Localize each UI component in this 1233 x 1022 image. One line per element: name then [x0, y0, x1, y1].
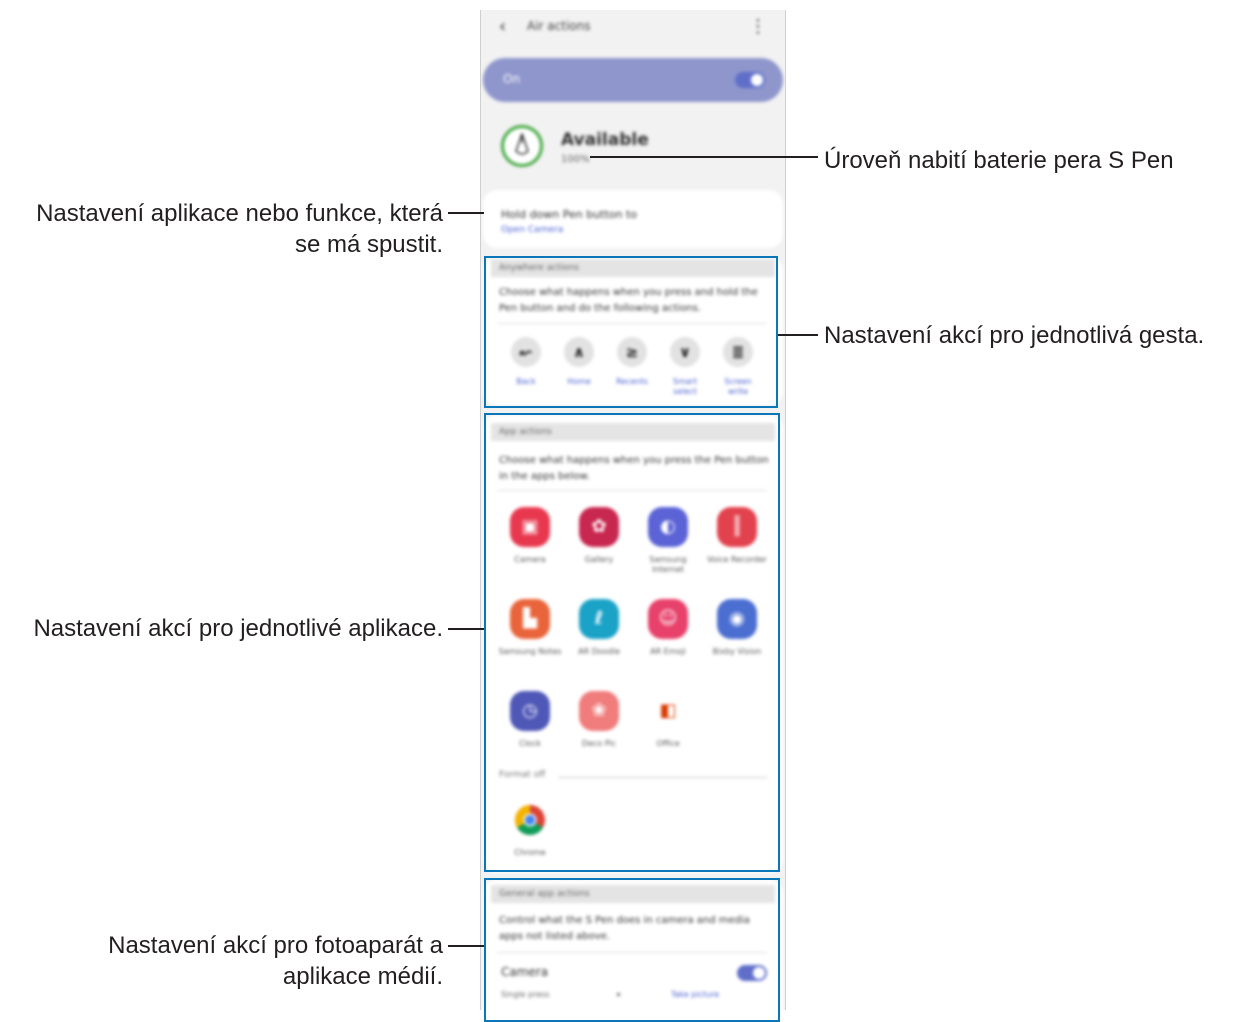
camera-callout-line2: aplikace médií.: [282, 963, 443, 990]
top-bar: ‹ Air actions ⋮: [481, 10, 785, 46]
app-setting-callout-line1: Nastavení aplikace nebo funkce, která: [36, 200, 443, 227]
camera-callout: Nastavení akcí pro fotoaparát a aplikace…: [3, 930, 443, 992]
app-setting-callout: Nastavení aplikace nebo funkce, která se…: [3, 198, 443, 260]
battery-leader-line: [590, 156, 818, 158]
camera-leader-line: [448, 945, 484, 947]
gestures-callout: Nastavení akcí pro jednotlivá gesta.: [824, 322, 1205, 349]
on-label: On: [503, 72, 521, 86]
pen-battery-level: 100%: [561, 154, 590, 165]
back-icon[interactable]: ‹: [499, 16, 506, 37]
apps-highlight-box: [484, 413, 780, 872]
master-toggle[interactable]: [735, 72, 765, 88]
pen-status-title: Available: [561, 130, 649, 150]
hold-pen-action[interactable]: Open Camera: [501, 225, 563, 235]
camera-callout-line1: Nastavení akcí pro fotoaparát a: [108, 932, 443, 959]
gestures-highlight-box: [484, 256, 778, 408]
hold-pen-title: Hold down Pen button to: [501, 208, 638, 221]
gestures-leader-line: [778, 334, 818, 336]
app-setting-callout-line2: se má spustit.: [294, 231, 443, 258]
apps-callout: Nastavení akcí pro jednotlivé aplikace.: [33, 615, 443, 642]
app-setting-leader-line: [448, 212, 484, 214]
battery-callout: Úroveň nabití baterie pera S Pen: [824, 147, 1174, 174]
camera-highlight-box: [484, 878, 780, 1022]
pen-battery-icon: [501, 125, 543, 167]
more-options-icon[interactable]: ⋮: [749, 16, 767, 37]
apps-leader-line: [448, 628, 484, 630]
screen-title: Air actions: [527, 19, 591, 33]
master-switch-bar[interactable]: On: [483, 58, 783, 102]
